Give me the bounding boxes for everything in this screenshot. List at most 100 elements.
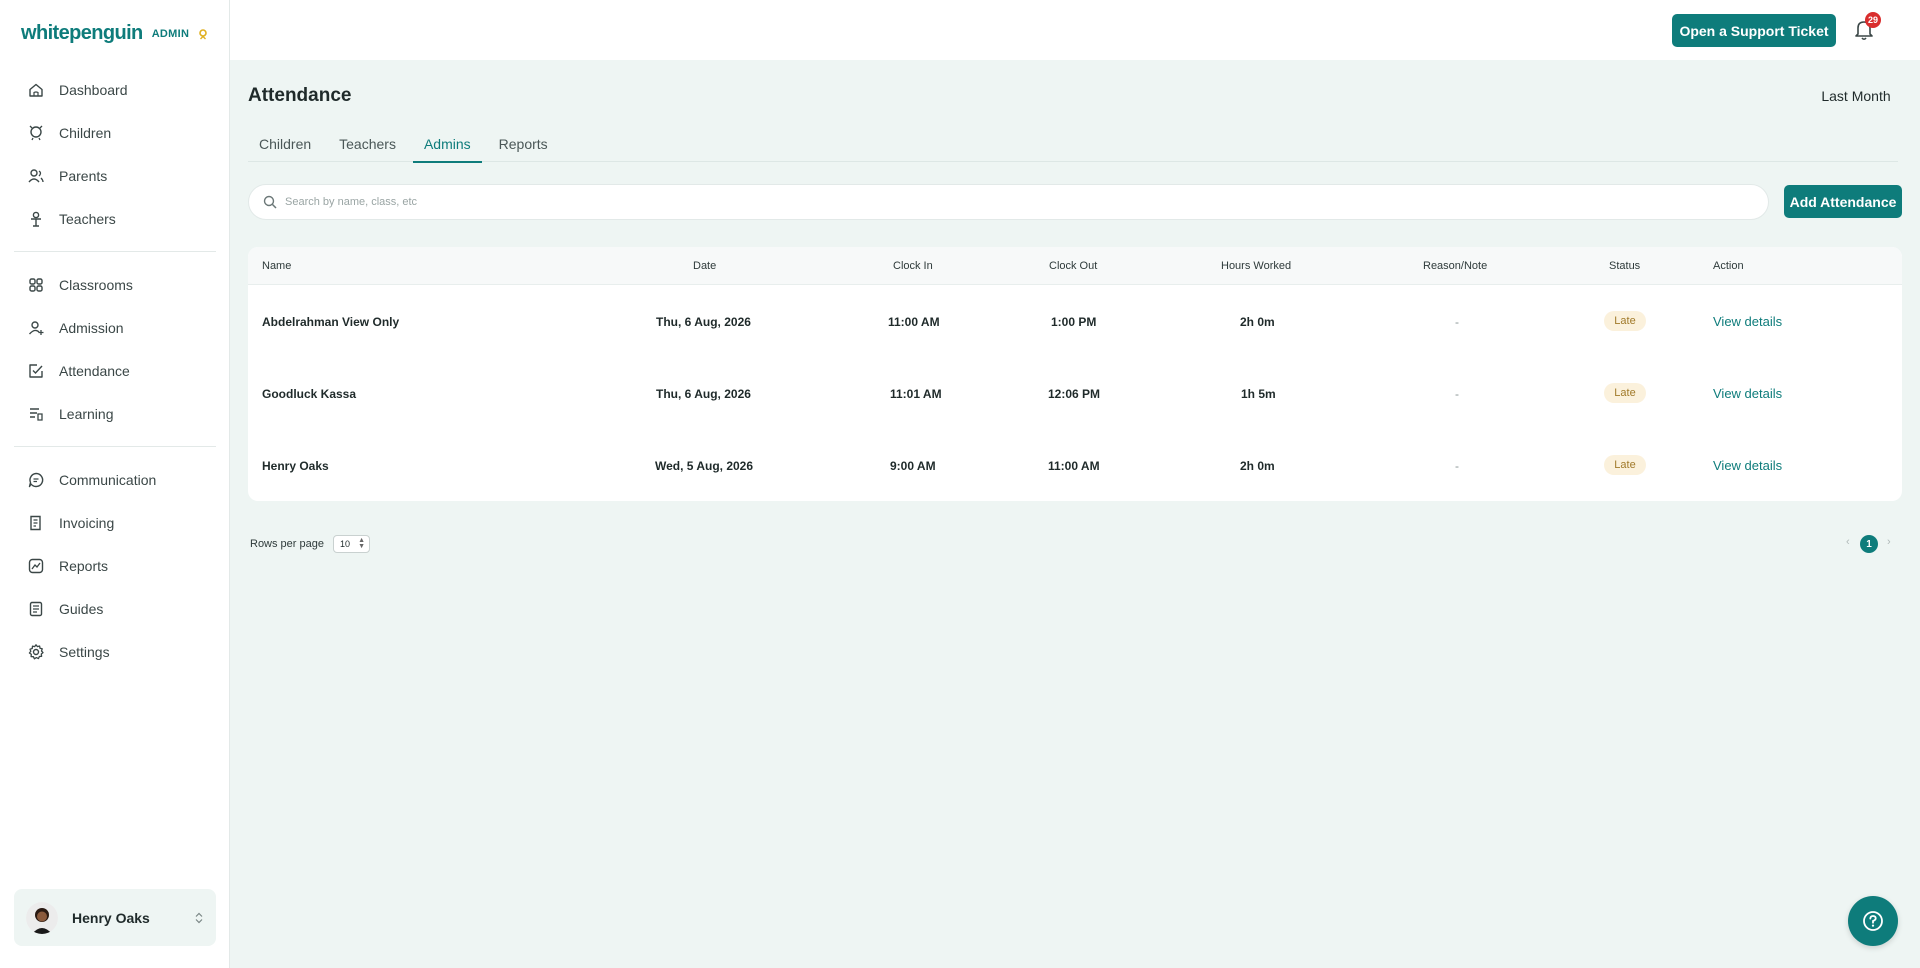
cell-hours: 2h 0m — [1240, 315, 1275, 329]
sidebar-divider — [14, 251, 216, 252]
chevron-updown-icon: ▲ ▼ — [358, 537, 365, 550]
attendance-tabs: Children Teachers Admins Reports — [248, 128, 1898, 163]
sidebar-item-label: Teachers — [59, 210, 116, 227]
sidebar-item-settings[interactable]: Settings — [14, 630, 216, 673]
gear-icon — [27, 643, 45, 661]
status-badge: Late — [1604, 311, 1646, 331]
sidebar-item-label: Invoicing — [59, 514, 115, 531]
column-header-status[interactable]: Status — [1609, 260, 1640, 272]
checklist-icon — [27, 362, 45, 380]
support-ticket-button[interactable]: Open a Support Ticket — [1672, 14, 1836, 47]
sidebar-item-label: Learning — [59, 405, 114, 422]
table-header: Name Date Clock In Clock Out Hours Worke… — [248, 247, 1902, 285]
cell-name: Abdelrahman View Only — [262, 315, 400, 329]
table-row[interactable]: Abdelrahman View Only Thu, 6 Aug, 2026 1… — [248, 285, 1902, 357]
next-page-button[interactable]: › — [1887, 536, 1891, 548]
chevron-updown-icon — [195, 912, 203, 923]
sidebar-item-communication[interactable]: Communication — [14, 458, 216, 501]
table-row[interactable]: Henry Oaks Wed, 5 Aug, 2026 9:00 AM 11:0… — [248, 429, 1902, 501]
cell-date: Thu, 6 Aug, 2026 — [656, 315, 751, 329]
learning-icon — [27, 405, 45, 423]
tab-teachers[interactable]: Teachers — [328, 128, 407, 162]
sidebar-item-invoicing[interactable]: Invoicing — [14, 501, 216, 544]
badge-icon — [199, 28, 208, 39]
chat-icon — [27, 471, 45, 489]
avatar — [26, 901, 58, 934]
sidebar-item-teachers[interactable]: Teachers — [14, 197, 216, 240]
column-header-reason-note[interactable]: Reason/Note — [1423, 260, 1487, 272]
table-row[interactable]: Goodluck Kassa Thu, 6 Aug, 2026 11:01 AM… — [248, 357, 1902, 429]
tab-children[interactable]: Children — [248, 128, 322, 162]
rows-per-page-label: Rows per page — [250, 538, 324, 550]
view-details-link[interactable]: View details — [1713, 386, 1782, 401]
page-number-current[interactable]: 1 — [1860, 535, 1878, 553]
cell-name: Goodluck Kassa — [262, 387, 357, 401]
search-icon — [263, 195, 277, 209]
reports-icon — [27, 557, 45, 575]
role-label: ADMIN — [151, 27, 190, 40]
cell-hours: 1h 5m — [1241, 387, 1276, 401]
sidebar-item-label: Guides — [59, 600, 104, 617]
cell-clock-out: 1:00 PM — [1051, 315, 1097, 329]
sidebar-divider — [14, 446, 216, 447]
brand-logo[interactable]: whitepenguin — [21, 22, 143, 45]
parents-icon — [27, 167, 45, 185]
notification-count-badge: 29 — [1865, 12, 1882, 28]
column-header-name[interactable]: Name — [262, 260, 291, 272]
sidebar-item-label: Attendance — [59, 362, 130, 379]
child-icon — [27, 124, 45, 142]
tab-reports[interactable]: Reports — [488, 128, 559, 162]
cell-clock-in: 11:01 AM — [890, 387, 942, 401]
grid-icon — [27, 276, 45, 294]
sidebar-nav: Dashboard Children Parents Teachers Clas… — [14, 68, 216, 673]
invoice-icon — [27, 514, 45, 532]
home-icon — [27, 81, 45, 99]
status-badge: Late — [1604, 383, 1646, 403]
sidebar-item-label: Admission — [59, 319, 124, 336]
sidebar-item-parents[interactable]: Parents — [14, 154, 216, 197]
sidebar-item-learning[interactable]: Learning — [14, 392, 216, 435]
tab-admins[interactable]: Admins — [412, 128, 482, 163]
sidebar-item-label: Reports — [59, 557, 109, 574]
cell-clock-in: 9:00 AM — [890, 459, 936, 473]
cell-clock-out: 12:06 PM — [1048, 387, 1101, 401]
sidebar-item-label: Parents — [59, 167, 108, 184]
cell-note: - — [1455, 387, 1459, 401]
user-name: Henry Oaks — [72, 909, 150, 926]
search-input[interactable] — [285, 196, 1685, 208]
sidebar: whitepenguin ADMIN Dashboard Children Pa… — [0, 0, 230, 968]
add-attendance-button[interactable]: Add Attendance — [1784, 185, 1902, 218]
page-title: Attendance — [248, 85, 352, 106]
user-menu[interactable]: Henry Oaks — [14, 889, 216, 946]
sidebar-item-label: Classrooms — [59, 276, 133, 293]
sidebar-item-children[interactable]: Children — [14, 111, 216, 154]
sidebar-item-guides[interactable]: Guides — [14, 587, 216, 630]
sidebar-item-reports[interactable]: Reports — [14, 544, 216, 587]
view-details-link[interactable]: View details — [1713, 314, 1782, 329]
status-badge: Late — [1604, 455, 1646, 475]
rows-per-page-select[interactable]: 10 ▲ ▼ — [333, 535, 370, 553]
guide-icon — [27, 600, 45, 618]
sidebar-item-dashboard[interactable]: Dashboard — [14, 68, 216, 111]
brand: whitepenguin ADMIN — [21, 22, 209, 45]
column-header-clock-in[interactable]: Clock In — [893, 260, 933, 272]
cell-date: Wed, 5 Aug, 2026 — [655, 459, 754, 473]
sidebar-item-label: Communication — [59, 471, 157, 488]
column-header-action: Action — [1713, 260, 1744, 272]
sidebar-item-label: Settings — [59, 643, 110, 660]
prev-page-button[interactable]: ‹ — [1846, 536, 1850, 548]
column-header-date[interactable]: Date — [693, 260, 716, 272]
cell-note: - — [1455, 315, 1459, 329]
cell-date: Thu, 6 Aug, 2026 — [656, 387, 751, 401]
sidebar-item-classrooms[interactable]: Classrooms — [14, 263, 216, 306]
help-icon — [1863, 911, 1883, 931]
help-button[interactable] — [1848, 896, 1898, 946]
sidebar-item-admission[interactable]: Admission — [14, 306, 216, 349]
cell-clock-in: 11:00 AM — [888, 315, 940, 329]
column-header-clock-out[interactable]: Clock Out — [1049, 260, 1097, 272]
date-range-select[interactable]: Last Month — [1814, 83, 1898, 109]
column-header-hours-worked[interactable]: Hours Worked — [1221, 260, 1291, 272]
sidebar-item-attendance[interactable]: Attendance — [14, 349, 216, 392]
view-details-link[interactable]: View details — [1713, 458, 1782, 473]
sidebar-item-label: Dashboard — [59, 81, 128, 98]
